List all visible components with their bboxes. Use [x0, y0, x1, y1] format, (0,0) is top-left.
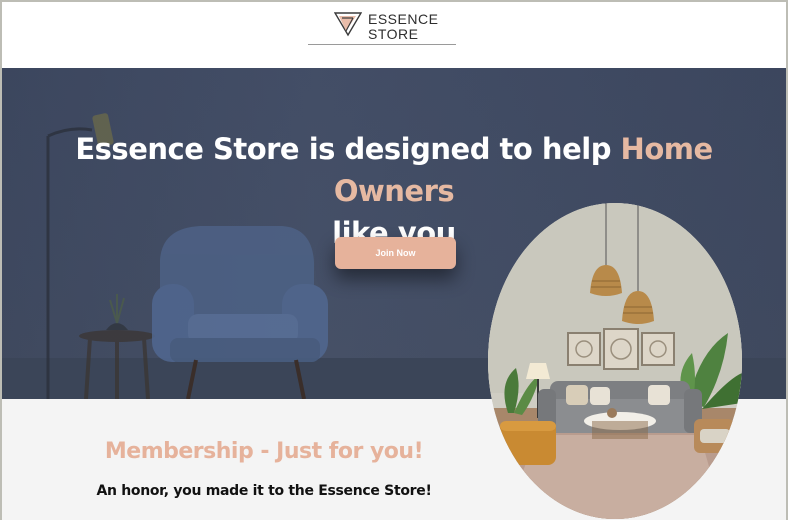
membership-title: Membership - Just for you!	[104, 439, 424, 464]
hero-title-part-1: Essence Store is designed to help	[75, 132, 621, 166]
site-header: ESSENCE STORE	[0, 0, 788, 68]
store-logo[interactable]: ESSENCE STORE	[333, 10, 439, 42]
side-table	[79, 294, 155, 399]
membership-subtitle: An honor, you made it to the Essence Sto…	[96, 483, 432, 499]
wall-art-panels	[567, 328, 675, 370]
logo-line-1: ESSENCE	[368, 10, 439, 27]
logo-divider	[308, 44, 456, 45]
logo-line-2: STORE	[368, 25, 419, 42]
living-room-image	[488, 203, 742, 519]
join-now-button[interactable]: Join Now	[335, 237, 456, 269]
logo-text: ESSENCE STORE	[368, 10, 439, 42]
triangle-logo-icon	[333, 11, 363, 42]
